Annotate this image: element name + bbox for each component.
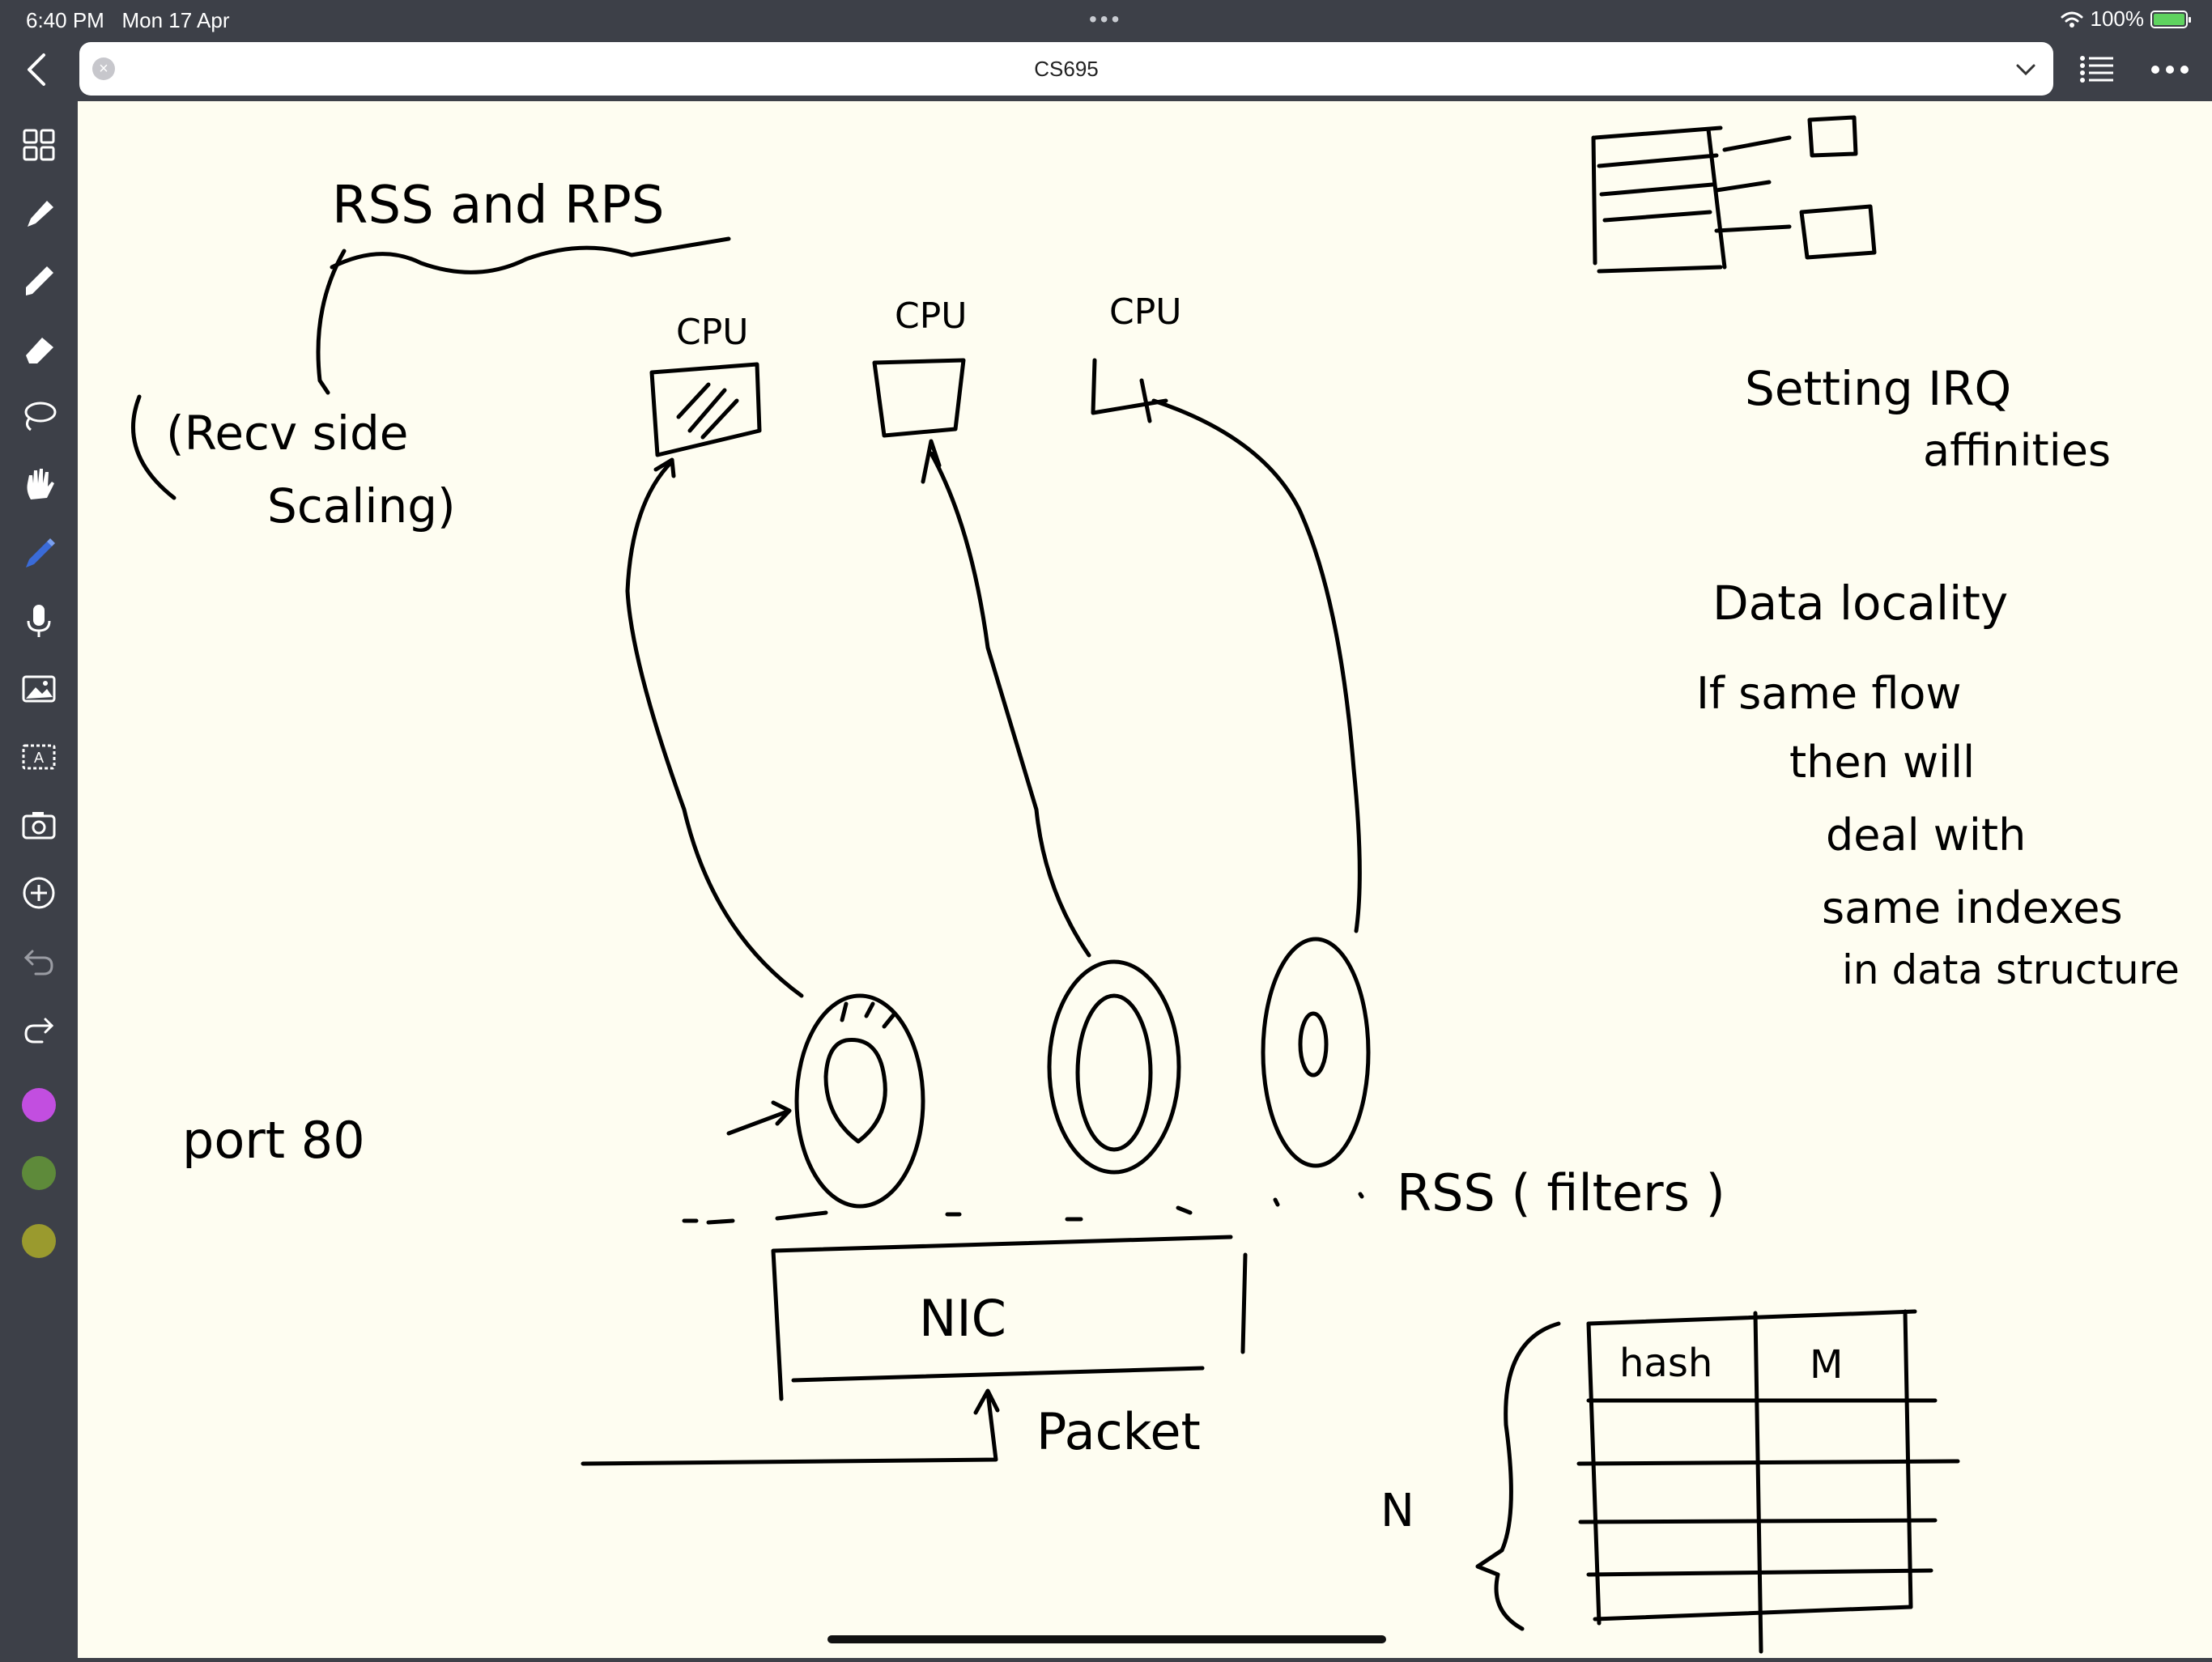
- color-swatch-purple[interactable]: [22, 1088, 56, 1122]
- lasso-icon[interactable]: [19, 397, 58, 436]
- note-line-3: deal with: [1826, 810, 2026, 861]
- color-swatch-green[interactable]: [22, 1156, 56, 1190]
- mic-icon[interactable]: [19, 601, 58, 640]
- more-options-icon[interactable]: [2150, 55, 2189, 84]
- document-title: CS695: [1034, 57, 1099, 81]
- port-text: port 80: [182, 1111, 365, 1170]
- nic-text: NIC: [919, 1289, 1006, 1348]
- queue-dashes: [682, 1192, 1364, 1225]
- cpu-box-2: [872, 358, 966, 438]
- pencil-icon[interactable]: [19, 533, 58, 572]
- back-chevron-icon[interactable]: [21, 50, 53, 89]
- cpu-box-1-hatch: [676, 382, 739, 440]
- setting-irq-text: Setting IRQ: [1745, 361, 2011, 416]
- note-line-5: in data structure: [1842, 946, 2180, 993]
- heading-arrow: [316, 249, 347, 395]
- packet-text: Packet: [1036, 1402, 1201, 1461]
- queue-ring-2: [1047, 959, 1181, 1175]
- image-icon[interactable]: [19, 669, 58, 708]
- note-line-2: then will: [1789, 737, 1975, 788]
- status-time-date: 6:40 PM Mon 17 Apr: [26, 8, 229, 33]
- arrow-queue-1: [625, 457, 804, 998]
- battery-percent: 100%: [2090, 6, 2145, 31]
- affinities-text: affinities: [1923, 425, 2111, 476]
- svg-text:A: A: [34, 750, 44, 766]
- note-canvas[interactable]: RSS and RPS (Recv side Scaling) CPU CPU …: [78, 101, 2212, 1658]
- queue-1-fill: [823, 1038, 887, 1144]
- chevron-down-icon[interactable]: [2014, 58, 2037, 81]
- eraser-icon[interactable]: [19, 329, 58, 368]
- queue-1-arrow: [726, 1100, 792, 1136]
- tool-sidebar: A: [0, 101, 78, 1658]
- document-title-bar[interactable]: × CS695: [79, 42, 2053, 96]
- table-brace: [1475, 1321, 1561, 1631]
- arrow-queue-2: [921, 439, 1091, 958]
- cpu-box-3: [1091, 358, 1168, 423]
- n-label: N: [1380, 1485, 1414, 1537]
- queue-ring-1: [794, 993, 925, 1209]
- queue-ring-3-inner: [1298, 1011, 1329, 1078]
- cpu-label-3: CPU: [1109, 291, 1181, 333]
- small-table: [1591, 125, 1727, 274]
- table-col-hash: hash: [1619, 1341, 1712, 1386]
- list-icon[interactable]: [2079, 53, 2115, 86]
- multitasking-dots-icon[interactable]: •••: [1089, 6, 1122, 32]
- status-time: 6:40 PM: [26, 8, 104, 32]
- undo-icon[interactable]: [19, 942, 58, 980]
- rss-filters-text: RSS ( filters ): [1397, 1163, 1725, 1222]
- status-bar: 6:40 PM Mon 17 Apr ••• 100%: [0, 0, 2212, 40]
- highlighter-icon[interactable]: [19, 261, 58, 300]
- text-box-icon[interactable]: A: [19, 737, 58, 776]
- heading-underline: [330, 236, 731, 274]
- small-arrows: [1714, 135, 1792, 233]
- pen-icon[interactable]: [19, 194, 58, 233]
- data-locality-text: Data locality: [1712, 576, 2008, 631]
- table-col-m: M: [1810, 1342, 1843, 1388]
- status-right: 100%: [2060, 6, 2191, 32]
- grid-icon[interactable]: [19, 125, 58, 164]
- heading-text: RSS and RPS: [332, 176, 665, 236]
- home-indicator: [827, 1635, 1386, 1643]
- cpu-label-2: CPU: [895, 295, 967, 337]
- note-line-4: same indexes: [1822, 882, 2123, 933]
- camera-icon[interactable]: [19, 805, 58, 844]
- color-swatch-olive[interactable]: [22, 1224, 56, 1258]
- nic-box: [771, 1235, 1248, 1401]
- scaling-text: Scaling): [267, 478, 456, 533]
- arrow-queue-3: [1151, 398, 1362, 933]
- hand-icon[interactable]: [19, 465, 58, 504]
- status-date: Mon 17 Apr: [121, 8, 230, 32]
- add-icon[interactable]: [19, 874, 58, 912]
- recv-side-text: (Recv side: [166, 406, 409, 461]
- queue-ring-3: [1261, 937, 1371, 1168]
- handwritten-diagram: RSS and RPS (Recv side Scaling) CPU CPU …: [131, 115, 2180, 1654]
- redo-icon[interactable]: [19, 1010, 58, 1048]
- wifi-icon: [2061, 11, 2082, 28]
- small-boxes: [1799, 115, 1877, 260]
- battery-icon: [2150, 10, 2191, 28]
- queue-ring-2-inner: [1075, 993, 1153, 1152]
- packet-line-arrow: [581, 1388, 1000, 1466]
- cpu-label-1: CPU: [676, 312, 748, 353]
- note-line-1: If same flow: [1696, 668, 1962, 719]
